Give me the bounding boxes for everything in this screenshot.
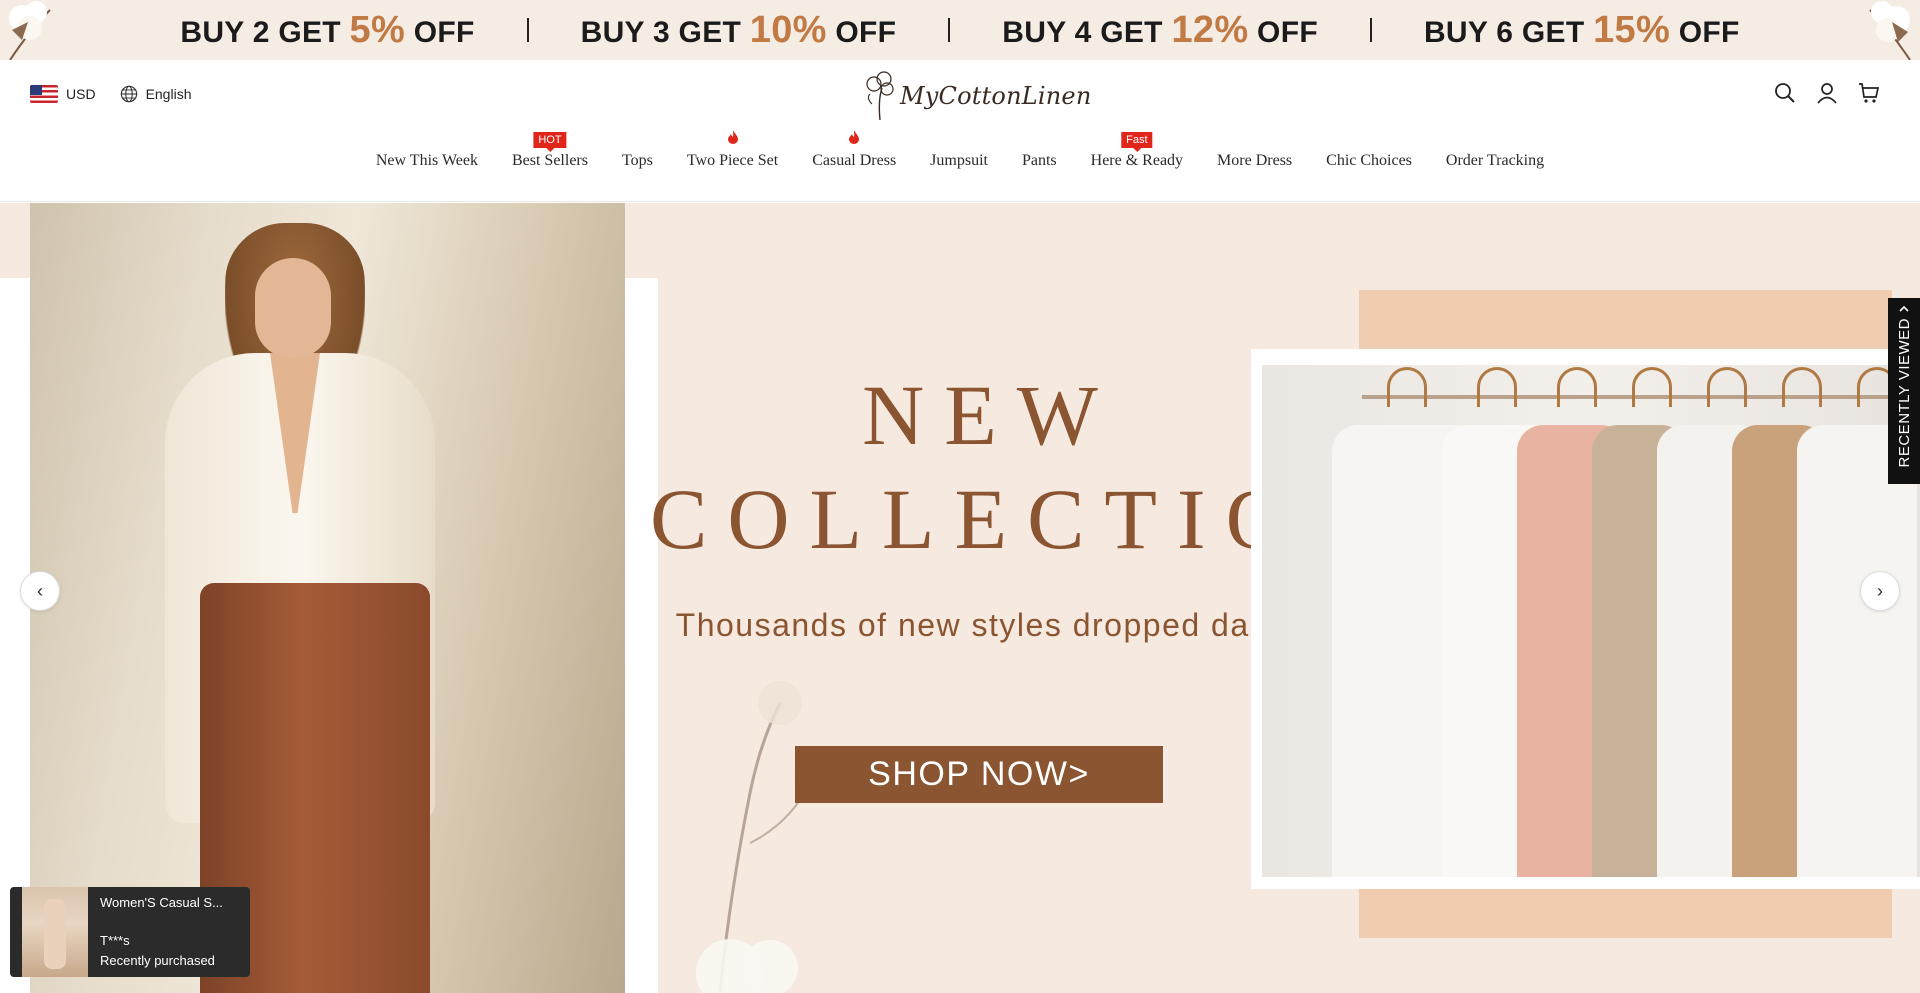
account-icon[interactable] — [1816, 82, 1838, 104]
nav-item-label: Tops — [621, 152, 653, 169]
currency-selector[interactable]: USD — [66, 86, 96, 102]
fire-icon — [849, 130, 860, 144]
promo-offer-suffix: OFF — [1670, 15, 1740, 49]
carousel-prev-button[interactable]: ‹ — [20, 571, 60, 611]
nav-item-pants[interactable]: Pants — [1005, 152, 1074, 170]
nav-item-new-this-week[interactable]: New This Week — [359, 152, 495, 170]
nav-item-label: Here & Ready — [1090, 152, 1184, 169]
toast-status: Recently purchased — [100, 953, 215, 968]
nav-item-label: Jumpsuit — [930, 152, 988, 169]
toast-text: Women'S Casual S... T***s Recently purch… — [100, 893, 240, 971]
promo-offer[interactable]: BUY 3 GET 10% OFF — [529, 9, 949, 52]
cotton-flower-logo-icon — [866, 71, 894, 121]
site-logo[interactable]: MyCottonLinen — [862, 68, 1091, 124]
promo-offer-percent: 10% — [749, 8, 827, 51]
nav-item-tops[interactable]: Tops — [605, 152, 670, 170]
promo-offer-percent: 12% — [1171, 8, 1249, 51]
hero-clothing-rack-image — [1262, 365, 1920, 877]
nav-item-label: Pants — [1021, 152, 1057, 169]
promo-offer-prefix: BUY 4 GET — [1002, 15, 1172, 49]
nav-item-label: Two Piece Set — [686, 152, 779, 169]
promo-offer-prefix: BUY 3 GET — [580, 15, 750, 49]
promo-bar: BUY 2 GET 5% OFF BUY 3 GET 10% OFF BUY 4 G… — [0, 0, 1920, 60]
cotton-decor-icon — [1869, 1, 1911, 60]
main-nav: New This Week Best Sellers HOT Tops Two Piec… — [0, 130, 1920, 170]
language-selector[interactable]: English — [146, 86, 192, 102]
recent-purchase-toast[interactable]: Women'S Casual S... T***s Recently purch… — [10, 887, 250, 977]
promo-items: BUY 2 GET 5% OFF BUY 3 GET 10% OFF BUY 4 G… — [128, 9, 1791, 52]
promo-offer-percent: 5% — [349, 8, 406, 51]
hero-model-image — [30, 203, 625, 993]
toast-product-title: Women'S Casual S... — [100, 895, 223, 910]
logo-text: MyCottonLinen — [900, 82, 1092, 110]
nav-badge: HOT — [533, 132, 567, 148]
hero-title-new: NEW — [862, 367, 1118, 463]
hero-text-block: NEW COLLECTION Thousands of new styles d… — [630, 363, 1390, 644]
promo-offer[interactable]: BUY 4 GET 12% OFF — [950, 9, 1370, 52]
promo-offer-prefix: BUY 6 GET — [1423, 15, 1594, 49]
nav-item-best-sellers[interactable]: Best Sellers HOT — [495, 132, 605, 170]
nav-item-label: More Dress — [1217, 152, 1293, 169]
promo-offer-suffix: OFF — [405, 15, 475, 49]
shop-now-button[interactable]: SHOP NOW> — [795, 746, 1163, 803]
us-flag-icon[interactable] — [30, 85, 58, 103]
nav-item-label: Order Tracking — [1445, 152, 1545, 169]
hero-title-collection: COLLECTION — [650, 471, 1390, 567]
search-icon[interactable] — [1774, 82, 1796, 104]
fire-icon — [727, 130, 738, 144]
locale-switcher: USD English — [30, 85, 191, 103]
chevron-up-icon — [1899, 305, 1909, 312]
cotton-decor-icon — [9, 1, 51, 60]
promo-offer[interactable]: BUY 2 GET 5% OFF — [128, 9, 526, 52]
promo-offer-prefix: BUY 2 GET — [180, 15, 350, 49]
promo-offer-suffix: OFF — [826, 15, 897, 49]
cart-icon[interactable] — [1858, 82, 1880, 104]
promo-offer[interactable]: BUY 6 GET 15% OFF — [1372, 9, 1792, 52]
promo-offer-percent: 15% — [1593, 8, 1671, 51]
nav-badge: Fast — [1121, 132, 1153, 148]
nav-item-more-dress[interactable]: More Dress — [1200, 152, 1309, 170]
nav-item-casual-dress[interactable]: Casual Dress — [795, 130, 913, 170]
product-thumbnail — [22, 887, 88, 977]
cotton-plant-decor-icon — [696, 681, 826, 993]
recently-viewed-label: RECENTLY VIEWED — [1895, 318, 1913, 468]
recently-viewed-tab[interactable]: RECENTLY VIEWED — [1888, 298, 1920, 484]
nav-item-order-tracking[interactable]: Order Tracking — [1429, 152, 1561, 170]
nav-item-chic-choices[interactable]: Chic Choices — [1309, 152, 1429, 170]
nav-item-here-ready[interactable]: Here & Ready Fast — [1074, 132, 1200, 170]
site-header: USD English MyCottonLinen New This Week … — [0, 60, 1920, 202]
toast-buyer: T***s — [100, 933, 130, 948]
nav-item-label: New This Week — [375, 152, 478, 169]
hero-banner[interactable]: NEW COLLECTION Thousands of new styles d… — [0, 203, 1920, 993]
nav-item-jumpsuit[interactable]: Jumpsuit — [913, 152, 1005, 170]
carousel-next-button[interactable]: › — [1860, 571, 1900, 611]
hero-subtitle: Thousands of new styles dropped daily — [675, 607, 1285, 643]
nav-item-label: Best Sellers — [511, 152, 588, 169]
globe-icon[interactable] — [120, 85, 138, 103]
header-actions — [1774, 82, 1880, 104]
promo-offer-suffix: OFF — [1248, 15, 1318, 49]
nav-item-label: Casual Dress — [812, 152, 897, 169]
nav-item-label: Chic Choices — [1326, 152, 1412, 169]
nav-item-two-piece-set[interactable]: Two Piece Set — [670, 130, 795, 170]
